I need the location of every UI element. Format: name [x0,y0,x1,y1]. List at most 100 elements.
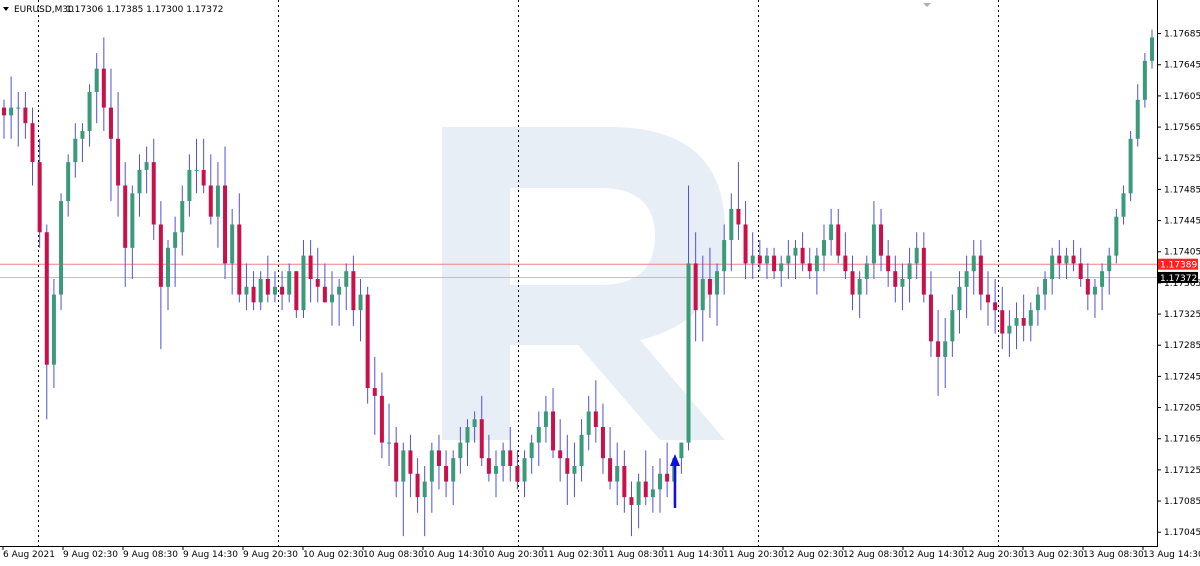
candle [451,450,456,505]
candle-body [401,450,406,482]
candle [194,138,199,194]
time-tick-label: 12 Aug 14:30 [903,550,964,560]
candle-body [793,247,798,256]
candle-body [543,411,548,428]
price-tick-label: 1.17125 [1164,466,1200,476]
candle-body [237,224,242,295]
candle-body [23,107,28,124]
candle [1021,294,1026,342]
candlestick-chart[interactable]: 1.17685 1.17645 1.17605 1.17565 1.17525 1.174… [0,0,1200,566]
price-tick-label: 1.17685 [1164,30,1200,40]
candle [772,247,777,279]
candle-body [358,294,363,311]
candle-body [707,279,712,295]
candle [201,138,206,194]
candle-body [715,271,720,295]
candle-body [921,247,926,295]
candle [636,473,641,529]
candle-body [408,450,413,474]
candle [130,185,135,279]
candle-body [665,473,670,482]
candle-body [80,130,85,139]
candle-body [1000,310,1005,334]
time-tick-label: 10 Aug 14:30 [423,550,484,560]
candle [1128,130,1133,202]
candle-body [1142,60,1147,100]
candle-body [886,255,891,272]
candle [330,271,334,326]
candle-body [244,286,249,295]
price-tick-label: 1.17325 [1164,310,1200,320]
candle-body [928,294,933,342]
candle [158,201,163,350]
candle [986,271,990,326]
candle [1092,279,1097,318]
candle [272,271,277,303]
time-tick-label: 13 Aug 14:30 [1143,550,1200,560]
candle [1150,29,1154,69]
candle [1000,286,1005,350]
candle-body [772,255,777,272]
shift-marker[interactable] [923,3,931,7]
candle-body [337,286,342,295]
candle [66,154,71,217]
chart-window[interactable]: 1.17685 1.17645 1.17605 1.17565 1.17525 1.174… [0,0,1200,566]
candle-body [757,255,762,264]
candle [729,193,734,272]
candle-body [251,286,256,303]
price-tick-label: 1.17605 [1164,92,1200,102]
candle-body [379,395,384,443]
candle [137,154,142,217]
price-tick-label: 1.17645 [1164,61,1200,71]
candle [600,403,605,474]
price-tick-label: 1.17245 [1164,372,1200,382]
candle [387,403,392,466]
candle [650,465,655,513]
candle-body [914,247,919,264]
candle [551,388,556,459]
candle-body [394,442,399,482]
candle-body [522,458,527,482]
candle-body [986,294,990,303]
candle [123,162,128,287]
candle [436,434,441,490]
candle [1114,208,1119,264]
candle [572,442,577,498]
candle-body [529,442,534,459]
candle-body [579,434,584,466]
candle-body [900,279,905,287]
price-lines [0,263,1157,278]
candle-body [415,473,420,498]
time-tick-label: 12 Aug 08:30 [843,550,904,560]
candle [715,263,720,326]
candle [301,240,306,318]
candle-body [679,442,684,459]
triangle-down-icon[interactable] [3,7,9,11]
candle [522,450,527,498]
candle [886,240,891,287]
candle [2,99,6,139]
time-tick-label: 11 Aug 08:30 [603,550,664,560]
candle-body [1043,279,1048,295]
candle-body [436,450,441,466]
candle-body [301,255,306,311]
candle-body [344,271,349,287]
candle [308,240,313,303]
candle-body [123,185,128,248]
time-tick-label: 12 Aug 02:30 [783,550,844,560]
candle-body [1092,286,1097,295]
candle-body [600,427,605,459]
candle-body [465,427,470,443]
candle-body [629,497,634,505]
candle-body [87,92,92,131]
candle [1007,310,1012,357]
time-tick-label: 11 Aug 14:30 [663,550,724,560]
up-arrow-icon [670,454,680,508]
candle [665,442,670,498]
candle [379,372,384,459]
time-scale: 6 Aug 2021 9 Aug 02:30 9 Aug 08:30 9 Aug 14… [2,546,1200,560]
candle-body [957,286,962,311]
candle-body [893,271,898,287]
candle-body [59,201,64,295]
candle-body [44,232,49,365]
